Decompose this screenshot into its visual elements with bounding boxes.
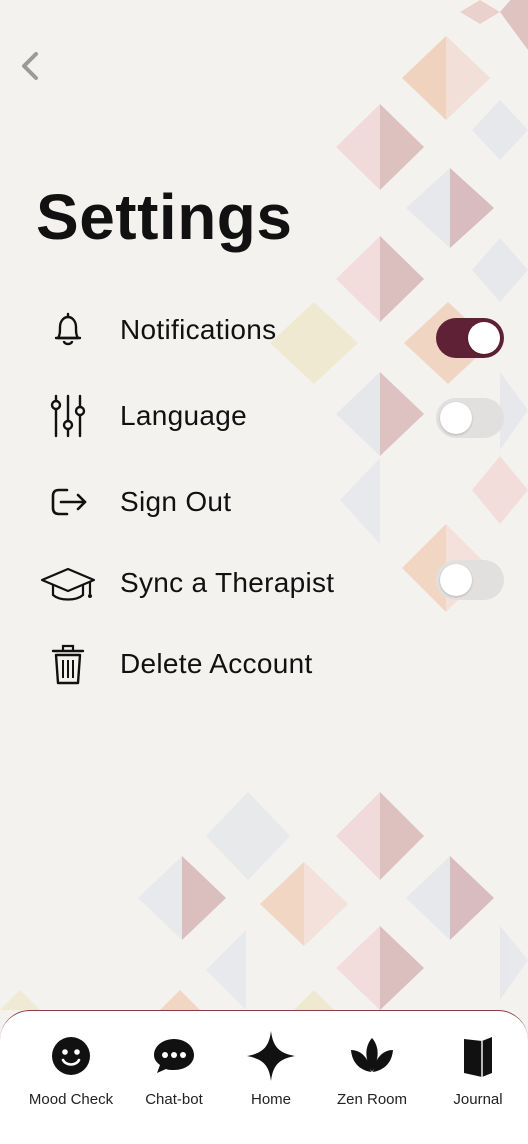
nav-label: Chat-bot bbox=[145, 1091, 203, 1108]
back-button[interactable] bbox=[14, 46, 46, 86]
nav-chat-bot[interactable]: Chat-bot bbox=[124, 1031, 224, 1131]
lotus-icon bbox=[348, 1031, 396, 1081]
sync-therapist-toggle[interactable] bbox=[436, 560, 504, 600]
nav-label: Mood Check bbox=[28, 1091, 114, 1108]
setting-label: Delete Account bbox=[120, 648, 313, 679]
setting-label: Sign Out bbox=[120, 486, 232, 517]
setting-label: Notifications bbox=[120, 314, 277, 345]
bottom-nav: Mood Check Chat-bot Home Zen Room Journa… bbox=[0, 1010, 528, 1144]
sliders-icon bbox=[38, 392, 98, 440]
nav-label: Zen Room bbox=[336, 1091, 408, 1108]
nav-journal[interactable]: Journal bbox=[428, 1031, 528, 1131]
nav-label: Home bbox=[250, 1091, 291, 1108]
setting-label: Sync a Therapist bbox=[120, 567, 335, 598]
chat-bubble-icon bbox=[150, 1031, 198, 1081]
chevron-left-icon bbox=[22, 52, 38, 80]
nav-label: Journal bbox=[453, 1091, 503, 1108]
journal-icon bbox=[454, 1031, 502, 1081]
notifications-toggle[interactable] bbox=[436, 318, 504, 358]
sign-out-icon bbox=[38, 478, 98, 526]
page-title: Settings bbox=[36, 181, 293, 253]
toggle-knob bbox=[468, 322, 500, 354]
setting-delete-account[interactable]: Delete Account bbox=[38, 636, 508, 692]
nav-mood-check[interactable]: Mood Check bbox=[21, 1031, 121, 1131]
trash-icon bbox=[38, 640, 98, 688]
setting-label: Language bbox=[120, 400, 247, 431]
setting-sign-out[interactable]: Sign Out bbox=[38, 474, 508, 530]
language-toggle[interactable] bbox=[436, 398, 504, 438]
toggle-knob bbox=[440, 402, 472, 434]
bell-icon bbox=[38, 306, 98, 354]
graduation-cap-icon bbox=[38, 559, 98, 607]
nav-home[interactable]: Home bbox=[221, 1031, 321, 1131]
toggle-knob bbox=[440, 564, 472, 596]
settings-screen: Settings Notifications Language Sign Out… bbox=[0, 0, 528, 1144]
smiley-icon bbox=[47, 1031, 95, 1081]
sparkle-icon bbox=[247, 1031, 295, 1081]
nav-zen-room[interactable]: Zen Room bbox=[322, 1031, 422, 1131]
